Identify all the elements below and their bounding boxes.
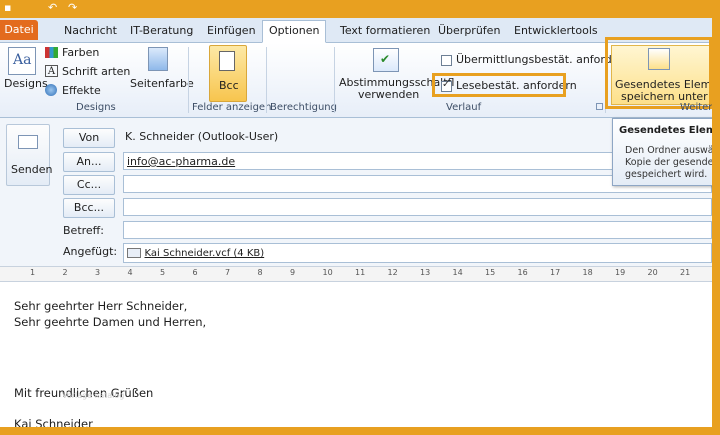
designs-group-label: Designs — [76, 102, 116, 113]
ruler-tick-label: 20 — [647, 268, 658, 277]
tooltip: Gesendetes Element Den Ordner auswä Kopi… — [612, 118, 712, 186]
send-button[interactable]: Senden — [6, 124, 53, 186]
ribbon: Aa Designs Farben A Schrift arten Effekt… — [0, 37, 712, 136]
ruler-tick-label: 21 — [680, 268, 691, 277]
redo-icon[interactable]: ↷ — [68, 1, 77, 14]
message-body[interactable]: Sehr geehrter Herr Schneider, Sehr geehr… — [14, 298, 206, 427]
dialog-launcher-icon[interactable] — [596, 103, 603, 110]
seitenfarbe-button[interactable]: Seitenfarbe — [130, 77, 194, 90]
tooltip-title: Gesendetes Element — [619, 125, 712, 136]
effekte-icon — [45, 84, 57, 96]
farben-button[interactable]: Farben — [62, 46, 99, 59]
bcc-toggle-button[interactable]: Bcc — [209, 45, 247, 102]
ruler-tick-label: 14 — [452, 268, 463, 277]
berechtigung-label: Berechtigung — [270, 102, 337, 113]
outlook-window: ▪ ↶ ↷ Datei Nachricht IT-Beratung Einfüg… — [0, 0, 712, 427]
ruler-tick-label: 5 — [160, 268, 166, 277]
envelope-icon — [18, 135, 38, 149]
ruler-tick-label: 3 — [95, 268, 101, 277]
ruler: 1 2 3 4 5 6 7 8 9 10 11 12 13 14 15 16 17 18 19 20 21 — [0, 266, 712, 282]
ruler-tick-label: 13 — [420, 268, 431, 277]
tab-it-beratung[interactable]: IT-Beratung — [124, 21, 199, 41]
abstimmung-button-line2[interactable]: verwenden — [358, 88, 419, 101]
ruler-tick-label: 4 — [127, 268, 133, 277]
from-value: K. Schneider (Outlook-User) — [125, 130, 279, 143]
ruler-tick-label: 18 — [582, 268, 593, 277]
ruler-tick-label: 17 — [550, 268, 561, 277]
schriftarten-icon: A — [45, 65, 58, 77]
schriftarten-button[interactable]: Schrift arten — [62, 65, 130, 78]
send-label: Senden — [11, 163, 53, 176]
subject-field[interactable] — [123, 221, 712, 239]
ruler-tick-label: 19 — [615, 268, 626, 277]
attachment-field: Kai Schneider.vcf (4 KB) — [123, 243, 712, 263]
bcc-icon — [219, 51, 235, 71]
tab-text-formatieren[interactable]: Text formatieren — [334, 21, 436, 41]
felder-anzeigen-label: Felder anzeigen — [192, 102, 272, 113]
cc-button[interactable]: Cc... — [63, 175, 115, 195]
from-button[interactable]: Von — [63, 128, 115, 148]
tooltip-description: Den Ordner auswä Kopie der gesendet gesp… — [625, 145, 712, 180]
tab-ueberpruefen[interactable]: Überprüfen — [432, 21, 506, 41]
body-line-1: Sehr geehrter Herr Schneider, — [14, 299, 188, 313]
voting-buttons-icon: ✔ — [373, 48, 399, 72]
farben-icon — [45, 47, 58, 58]
save-icon[interactable]: ▪ — [4, 1, 11, 14]
group-separator — [188, 47, 189, 113]
uebermittlung-checkbox[interactable] — [441, 55, 452, 66]
ruler-tick-label: 2 — [62, 268, 68, 277]
highlight-box — [605, 37, 712, 109]
ruler-tick-label: 11 — [355, 268, 366, 277]
effekte-button[interactable]: Effekte — [62, 84, 101, 97]
tab-einfuegen[interactable]: Einfügen — [201, 21, 262, 41]
tab-datei[interactable]: Datei — [0, 20, 38, 40]
body-line-2: Sehr geehrte Damen und Herren, — [14, 315, 207, 329]
seitenfarbe-icon — [148, 47, 168, 71]
ruler-tick-label: 10 — [322, 268, 333, 277]
ruler-tick-label: 15 — [485, 268, 496, 277]
ruler-tick-label: 7 — [225, 268, 231, 277]
tab-nachricht[interactable]: Nachricht — [58, 21, 123, 41]
subject-label: Betreff: — [63, 224, 104, 237]
bcc-field[interactable] — [123, 198, 712, 216]
highlight-box — [432, 73, 566, 97]
tab-entwicklertools[interactable]: Entwicklertools — [508, 21, 604, 41]
weitere-label: Weitere — [680, 102, 712, 113]
attached-label: Angefügt: — [63, 245, 118, 258]
ruler-tick-label: 1 — [30, 268, 36, 277]
watermark: Vorlage katalog — [62, 391, 125, 400]
tab-optionen[interactable]: Optionen — [262, 20, 327, 43]
ruler-tick-label: 16 — [517, 268, 528, 277]
vcard-icon — [127, 248, 141, 258]
message-header: Senden Von K. Schneider (Outlook-User) A… — [0, 118, 712, 266]
ruler-tick-label: 6 — [192, 268, 198, 277]
quick-access-toolbar: ▪ ↶ ↷ — [0, 0, 712, 18]
group-separator — [334, 47, 335, 113]
body-signature: Kai Schneider — [14, 417, 93, 427]
ruler-tick-label: 9 — [290, 268, 296, 277]
attachment-link[interactable]: Kai Schneider.vcf (4 KB) — [145, 248, 265, 259]
group-separator — [266, 47, 267, 113]
to-button[interactable]: An... — [63, 152, 115, 172]
bcc-button[interactable]: Bcc... — [63, 198, 115, 218]
uebermittlung-label: Übermittlungsbestät. anfordern — [456, 53, 630, 66]
ruler-tick-label: 12 — [387, 268, 398, 277]
bcc-label: Bcc — [219, 79, 239, 92]
designs-icon[interactable]: Aa — [8, 47, 36, 75]
undo-icon[interactable]: ↶ — [48, 1, 57, 14]
designs-button[interactable]: Designs — [4, 77, 48, 90]
ruler-tick-label: 8 — [257, 268, 263, 277]
verlauf-label: Verlauf — [446, 102, 482, 113]
